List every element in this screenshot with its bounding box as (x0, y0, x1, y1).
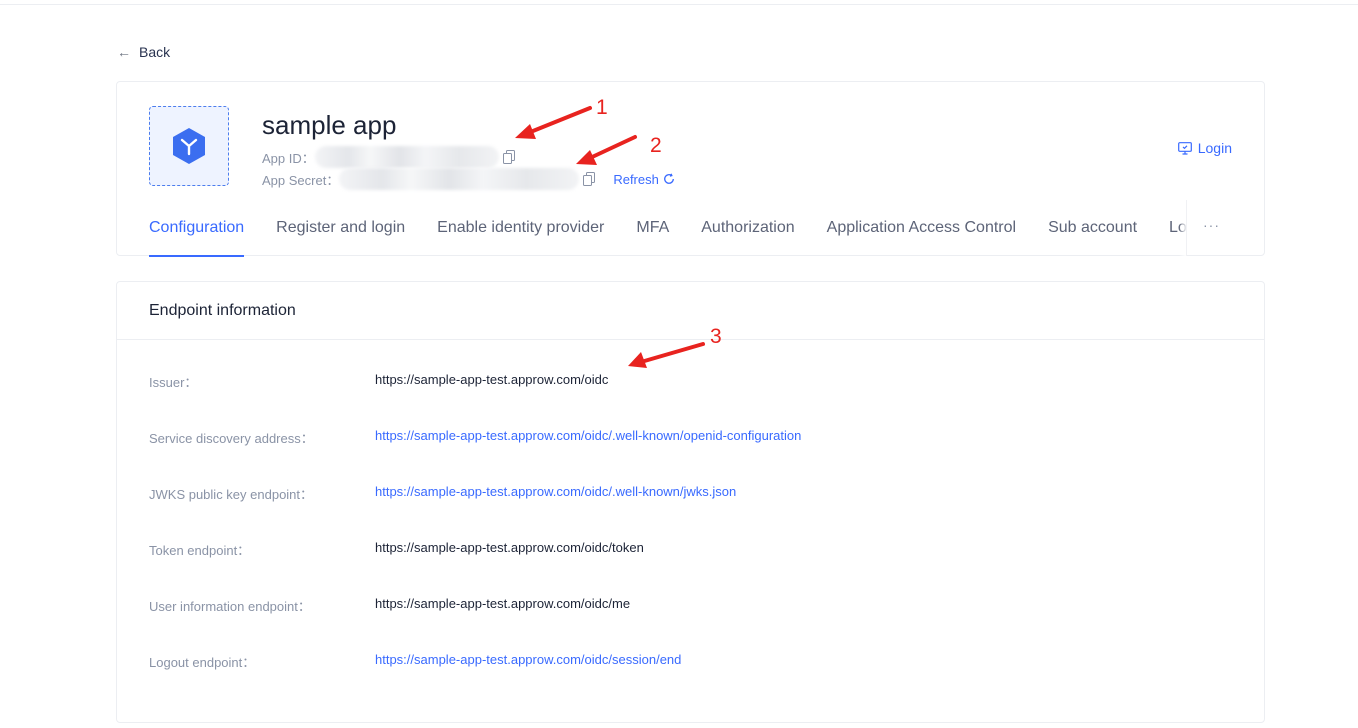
refresh-icon (663, 173, 674, 184)
endpoint-row-jwks: JWKS public key endpoint： https://sample… (149, 484, 736, 503)
back-link[interactable]: ← Back (117, 44, 170, 60)
tab-authorization[interactable]: Authorization (701, 219, 794, 257)
app-header-card: sample app App ID： App Secret： Refresh L… (116, 81, 1265, 257)
refresh-label: Refresh (613, 171, 659, 187)
app-id-redacted-value (314, 146, 499, 168)
refresh-secret-button[interactable]: Refresh (613, 172, 675, 187)
back-label: Back (139, 44, 171, 60)
logout-label: Logout endpoint： (149, 655, 256, 670)
arrow-left-icon: ← (117, 44, 131, 60)
monitor-login-icon (1177, 141, 1192, 155)
token-label: Token endpoint： (149, 543, 251, 558)
logout-link[interactable]: https://sample-app-test.approw.com/oidc/… (375, 652, 681, 671)
top-divider (0, 4, 1358, 5)
issuer-value: https://sample-app-test.approw.com/oidc (375, 372, 609, 387)
tab-enable-identity-provider[interactable]: Enable identity provider (437, 219, 604, 257)
login-link[interactable]: Login (1177, 140, 1232, 156)
tab-sub-account[interactable]: Sub account (1048, 219, 1137, 257)
cube-logo-icon (173, 128, 205, 164)
tab-register-and-login[interactable]: Register and login (276, 219, 405, 257)
endpoint-divider (117, 339, 1264, 340)
issuer-label: Issuer： (149, 375, 198, 390)
tab-configuration[interactable]: Configuration (149, 219, 245, 257)
more-tabs-button[interactable]: ··· (1203, 217, 1220, 233)
login-label: Login (1197, 140, 1232, 156)
copy-app-id-icon[interactable] (502, 150, 515, 164)
app-id-row: App ID： (262, 146, 515, 168)
app-tabs: Configuration Register and login Enable … (149, 219, 1187, 257)
app-secret-label: App Secret： (262, 172, 340, 188)
app-logo[interactable] (149, 106, 229, 186)
endpoint-title: Endpoint information (149, 302, 296, 319)
token-value: https://sample-app-test.approw.com/oidc/… (375, 540, 644, 555)
service-discovery-link[interactable]: https://sample-app-test.approw.com/oidc/… (375, 428, 801, 447)
endpoint-card: Endpoint information Issuer： https://sam… (116, 281, 1265, 723)
copy-app-secret-icon[interactable] (583, 172, 596, 186)
endpoint-row-logout: Logout endpoint： https://sample-app-test… (149, 652, 681, 671)
app-name: sample app (262, 110, 397, 140)
app-secret-redacted-value (339, 168, 580, 190)
service-discovery-label: Service discovery address： (149, 431, 314, 446)
tab-mfa[interactable]: MFA (636, 219, 669, 257)
app-secret-row: App Secret： Refresh (262, 168, 675, 190)
app-id-label: App ID： (262, 150, 315, 166)
endpoint-row-service-discovery: Service discovery address： https://sampl… (149, 428, 801, 447)
jwks-link[interactable]: https://sample-app-test.approw.com/oidc/… (375, 484, 736, 503)
tab-application-access-control[interactable]: Application Access Control (827, 219, 1016, 257)
endpoint-row-token: Token endpoint： https://sample-app-test.… (149, 540, 644, 559)
user-info-label: User information endpoint： (149, 599, 311, 614)
jwks-label: JWKS public key endpoint： (149, 487, 314, 502)
tabs-scroll-divider (1186, 200, 1187, 256)
endpoint-row-user-info: User information endpoint： https://sampl… (149, 596, 630, 615)
endpoint-row-issuer: Issuer： https://sample-app-test.approw.c… (149, 372, 608, 391)
user-info-value: https://sample-app-test.approw.com/oidc/… (375, 596, 631, 611)
